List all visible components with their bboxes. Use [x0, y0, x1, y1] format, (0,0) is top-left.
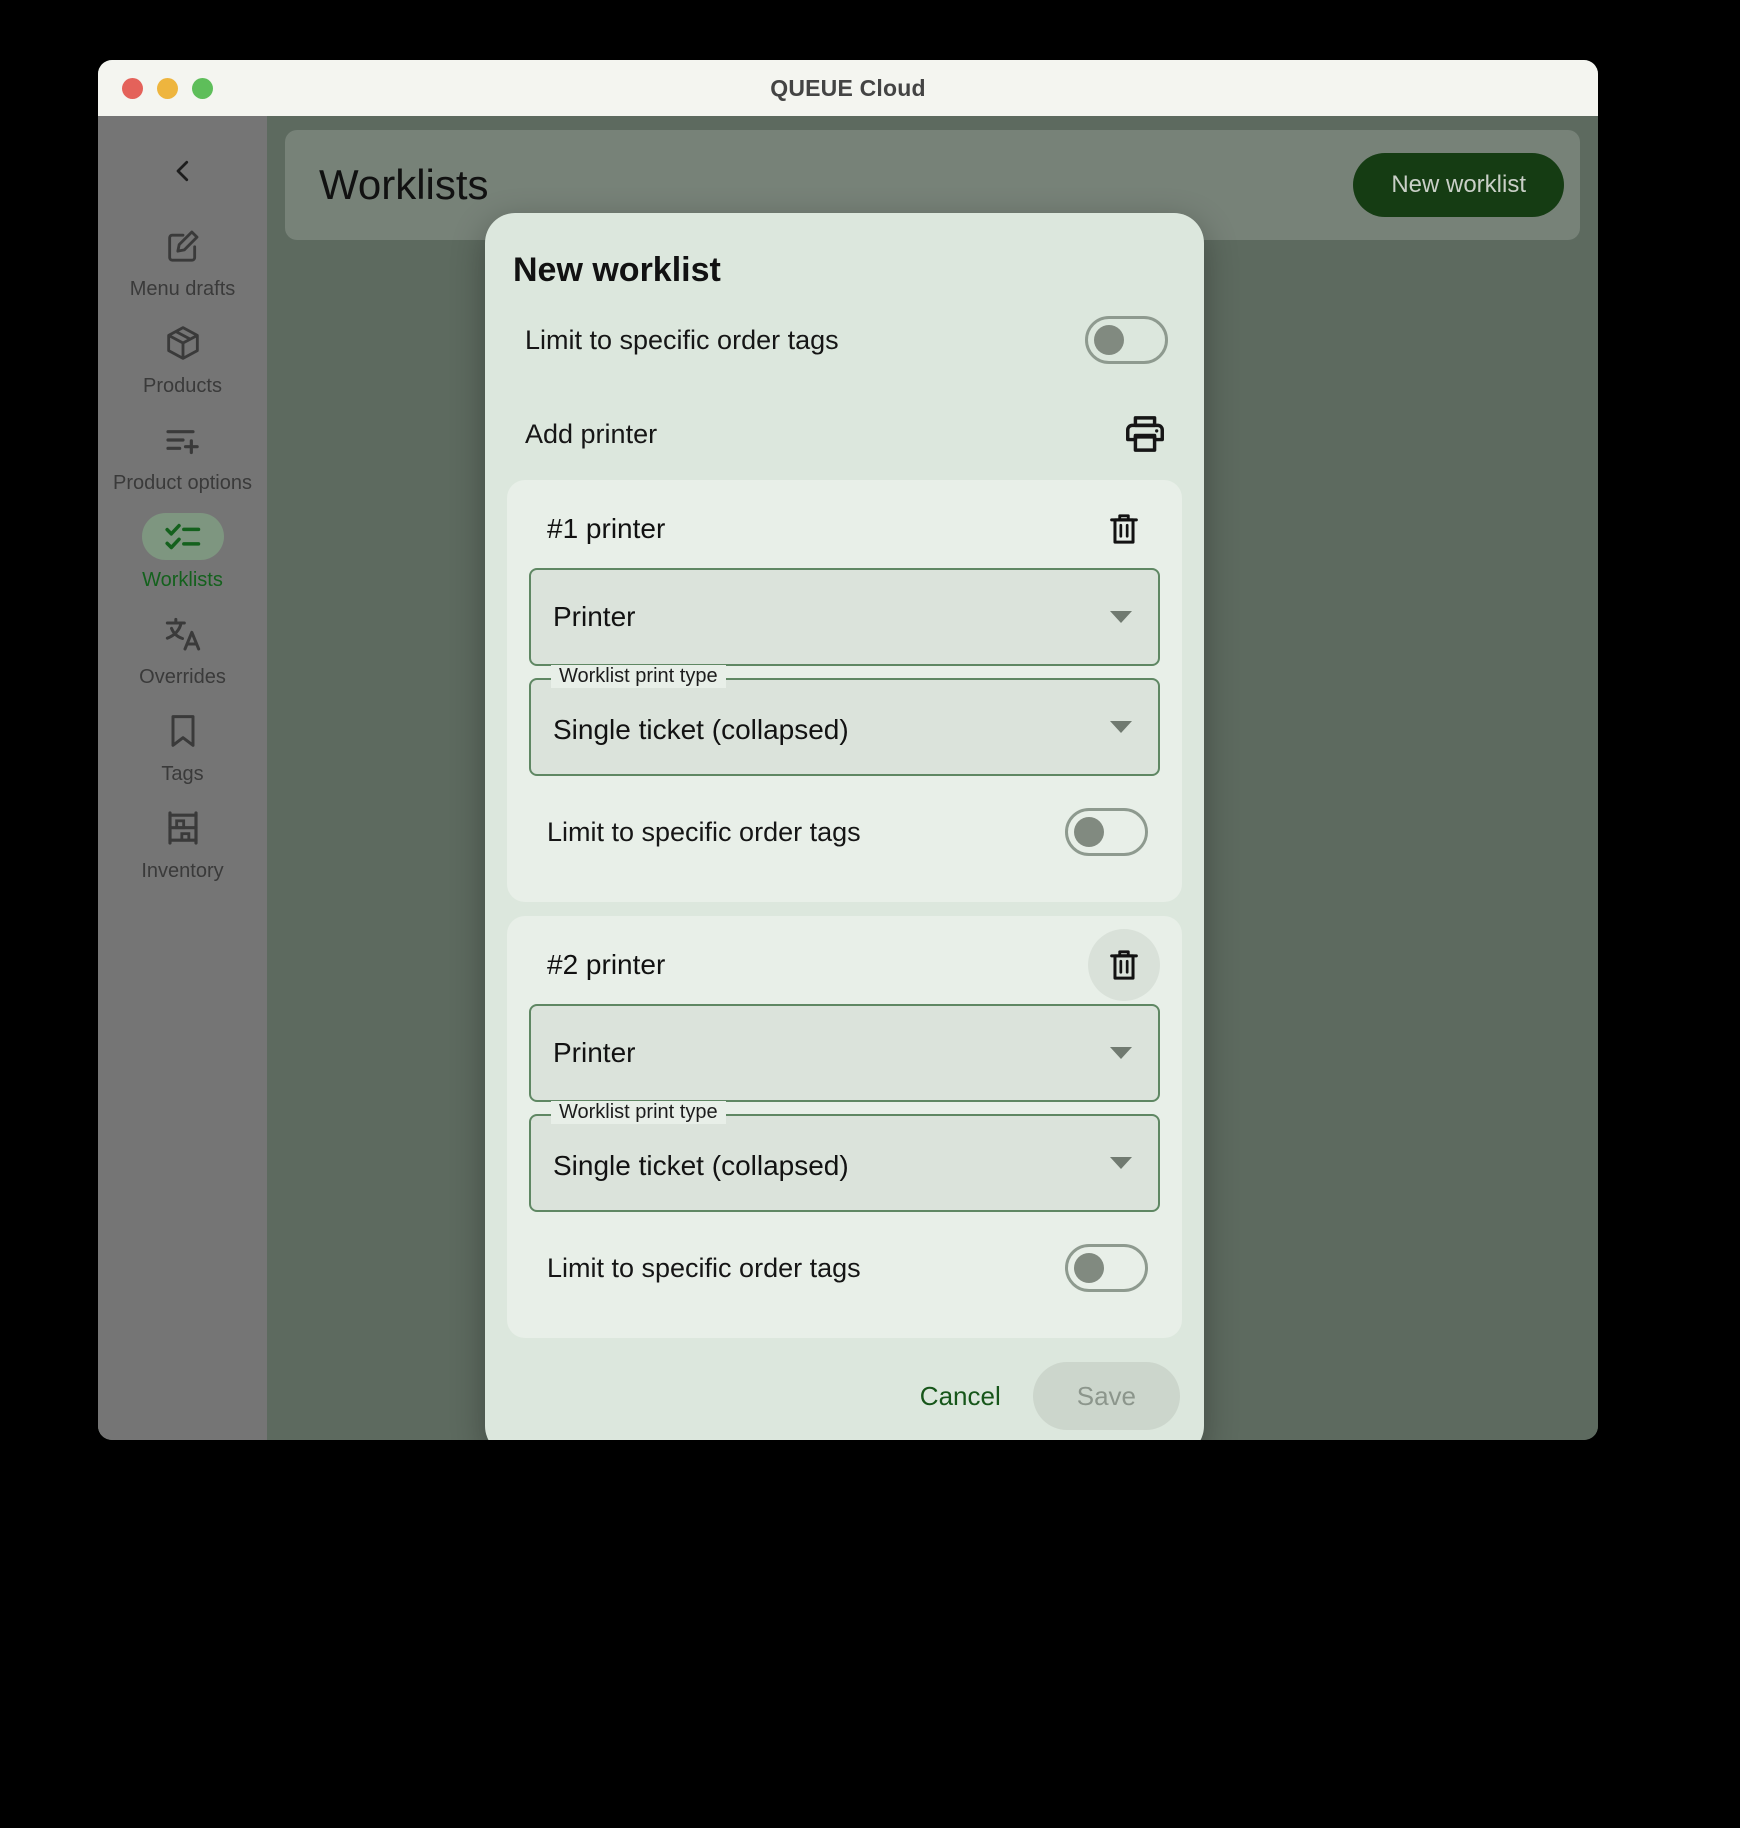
- page-title: Worklists: [319, 161, 489, 208]
- print-type-select-wrap: Worklist print type Single ticket (colla…: [507, 665, 1182, 776]
- print-type-label: Worklist print type: [551, 1101, 726, 1124]
- printer-select[interactable]: Printer: [529, 568, 1160, 666]
- toggle-knob: [1074, 1253, 1104, 1283]
- new-worklist-button[interactable]: New worklist: [1353, 153, 1564, 217]
- sidebar: Menu drafts Products Product options Wor…: [98, 116, 267, 1440]
- sidebar-item-tags[interactable]: Tags: [98, 707, 267, 786]
- card-limit-order-tags-row: Limit to specific order tags: [507, 1220, 1182, 1316]
- card-limit-order-tags-label: Limit to specific order tags: [547, 816, 861, 847]
- print-type-select-wrap: Worklist print type Single ticket (colla…: [507, 1101, 1182, 1212]
- sidebar-item-label: Inventory: [141, 860, 224, 882]
- traffic-lights: [122, 60, 213, 116]
- delete-printer-button[interactable]: [1088, 493, 1160, 565]
- minimize-window-button[interactable]: [157, 77, 178, 99]
- window-title: QUEUE Cloud: [770, 74, 926, 101]
- chevron-left-icon: [176, 160, 188, 182]
- add-printer-label: Add printer: [525, 418, 658, 449]
- sidebar-item-label: Worklists: [142, 569, 223, 591]
- window-titlebar: QUEUE Cloud: [98, 60, 1598, 116]
- save-button[interactable]: Save: [1032, 1362, 1180, 1430]
- limit-order-tags-toggle[interactable]: [1085, 316, 1168, 364]
- sidebar-item-worklists[interactable]: Worklists: [98, 513, 267, 592]
- edit-square-icon: [167, 230, 198, 262]
- print-type-select[interactable]: Single ticket (collapsed): [529, 1114, 1160, 1212]
- sidebar-item-products[interactable]: Products: [98, 319, 267, 398]
- sidebar-item-menu-drafts[interactable]: Menu drafts: [98, 222, 267, 301]
- app-window: QUEUE Cloud Menu drafts Products Product…: [98, 60, 1598, 1440]
- print-type-label: Worklist print type: [551, 665, 726, 688]
- print-type-select-value: Single ticket (collapsed): [553, 714, 849, 745]
- close-window-button[interactable]: [122, 77, 143, 99]
- trash-icon: [1110, 950, 1138, 980]
- limit-order-tags-label: Limit to specific order tags: [525, 324, 839, 355]
- chevron-down-icon: [1110, 1157, 1132, 1169]
- bookmark-icon: [171, 714, 194, 747]
- sidebar-item-overrides[interactable]: Overrides: [98, 610, 267, 689]
- toggle-knob: [1094, 325, 1124, 355]
- printer-select-wrap: Printer: [507, 1004, 1182, 1102]
- printer-select-value: Printer: [553, 601, 636, 632]
- dialog-footer: Cancel Save: [485, 1336, 1204, 1440]
- maximize-window-button[interactable]: [192, 77, 213, 99]
- printer-icon[interactable]: [1122, 411, 1168, 457]
- box-icon: [166, 325, 199, 360]
- sidebar-item-product-options[interactable]: Product options: [98, 416, 267, 495]
- sidebar-collapse-button[interactable]: [98, 138, 267, 204]
- delete-printer-button[interactable]: [1088, 929, 1160, 1001]
- chevron-down-icon: [1110, 1047, 1132, 1059]
- print-type-select[interactable]: Single ticket (collapsed): [529, 678, 1160, 776]
- sidebar-item-label: Tags: [161, 763, 204, 785]
- sidebar-item-label: Menu drafts: [129, 278, 236, 300]
- printer-card-header: #2 printer: [507, 926, 1182, 1004]
- dialog-title: New worklist: [513, 251, 721, 289]
- printer-select-value: Printer: [553, 1037, 636, 1068]
- chevron-down-icon: [1110, 611, 1132, 623]
- card-limit-order-tags-toggle[interactable]: [1065, 808, 1148, 856]
- printer-card-header: #1 printer: [507, 490, 1182, 568]
- printer-select[interactable]: Printer: [529, 1004, 1160, 1102]
- card-limit-order-tags-toggle[interactable]: [1065, 1244, 1148, 1292]
- sidebar-item-label: Product options: [113, 472, 252, 494]
- cancel-button[interactable]: Cancel: [896, 1365, 1025, 1428]
- printer-card-title: #2 printer: [547, 949, 666, 980]
- sidebar-item-label: Products: [143, 375, 222, 397]
- limit-order-tags-row: Limit to specific order tags: [485, 306, 1204, 374]
- printer-select-wrap: Printer: [507, 568, 1182, 666]
- trash-icon: [1110, 514, 1138, 544]
- shelf-icon: [167, 810, 198, 845]
- chevron-down-icon: [1110, 721, 1132, 733]
- add-printer-row[interactable]: Add printer: [485, 402, 1204, 466]
- print-type-select-value: Single ticket (collapsed): [553, 1150, 849, 1181]
- printer-card: #2 printer Printer Worklist print type S…: [507, 916, 1182, 1338]
- sidebar-item-inventory[interactable]: Inventory: [98, 804, 267, 883]
- checklist-icon: [164, 523, 200, 549]
- card-limit-order-tags-row: Limit to specific order tags: [507, 784, 1182, 880]
- translate-icon: [165, 617, 200, 650]
- sidebar-item-label: Overrides: [139, 666, 226, 688]
- printer-card: #1 printer Printer Worklist print type S…: [507, 480, 1182, 902]
- list-plus-icon: [165, 429, 199, 454]
- toggle-knob: [1074, 817, 1104, 847]
- printer-card-title: #1 printer: [547, 513, 666, 544]
- card-limit-order-tags-label: Limit to specific order tags: [547, 1252, 861, 1283]
- new-worklist-dialog: New worklist Limit to specific order tag…: [485, 213, 1204, 1440]
